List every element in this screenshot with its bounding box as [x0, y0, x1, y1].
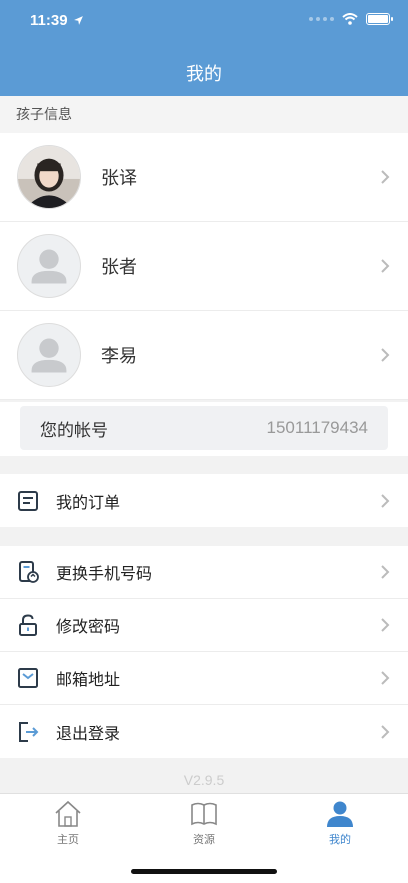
location-arrow-icon	[73, 16, 83, 25]
child-row-3[interactable]: 李易	[0, 311, 408, 400]
child-name: 张译	[101, 168, 137, 188]
chevron-right-icon	[381, 348, 390, 362]
battery-icon	[366, 13, 393, 25]
menu-label: 我的订单	[56, 494, 121, 512]
signal-icon	[309, 17, 334, 21]
status-indicators	[309, 13, 393, 25]
status-time: 11:39	[30, 12, 84, 29]
children-section-label: 孩子信息	[0, 96, 408, 133]
book-icon	[191, 802, 217, 826]
header-bar: 11:39 我的	[0, 0, 408, 96]
home-indicator	[131, 869, 277, 874]
menu-item-orders[interactable]: 我的订单	[0, 474, 408, 527]
app-version: V2.9.5	[183, 772, 225, 788]
orders-group: 我的订单	[0, 474, 408, 527]
logout-icon	[19, 721, 39, 742]
child-row-1[interactable]: 张译	[0, 133, 408, 222]
lock-icon	[19, 614, 37, 636]
person-icon	[327, 801, 353, 827]
chevron-right-icon	[381, 565, 390, 579]
tab-home[interactable]: 主页	[0, 794, 136, 883]
menu-item-change-phone[interactable]: 更换手机号码	[0, 546, 408, 599]
wifi-icon	[342, 13, 358, 25]
order-list-icon	[18, 490, 38, 511]
child-row-2[interactable]: 张者	[0, 222, 408, 311]
tab-label: 主页	[57, 834, 79, 846]
menu-item-logout[interactable]: 退出登录	[0, 705, 408, 758]
page-title: 我的	[186, 64, 222, 84]
chevron-right-icon	[381, 259, 390, 273]
child-name: 李易	[101, 346, 137, 366]
chevron-right-icon	[381, 618, 390, 632]
account-number: 15011179434	[266, 418, 368, 437]
menu-label: 更换手机号码	[56, 566, 153, 583]
menu-label: 退出登录	[56, 725, 121, 743]
time-text: 11:39	[30, 12, 68, 29]
account-label: 您的帐号	[40, 420, 108, 440]
menu-label: 邮箱地址	[56, 672, 121, 689]
chevron-right-icon	[381, 170, 390, 184]
default-person-icon	[17, 234, 81, 298]
phone-swap-icon	[19, 561, 39, 583]
settings-group: 更换手机号码 修改密码 邮箱地址 退出登录	[0, 546, 408, 758]
default-person-icon	[17, 323, 81, 387]
tab-label: 资源	[193, 834, 215, 846]
tab-label: 我的	[329, 834, 351, 846]
child-photo-avatar	[17, 145, 81, 209]
chevron-right-icon	[381, 671, 390, 685]
children-list: 张译 张者 李易	[0, 133, 408, 400]
chevron-right-icon	[381, 493, 390, 508]
menu-item-change-password[interactable]: 修改密码	[0, 599, 408, 652]
home-icon	[55, 800, 81, 827]
tab-mine[interactable]: 我的	[272, 794, 408, 883]
account-box: 您的帐号 15011179434	[20, 406, 388, 450]
account-section: 您的帐号 15011179434	[0, 402, 408, 456]
child-name: 张者	[101, 257, 137, 277]
menu-label: 修改密码	[56, 619, 121, 636]
chevron-right-icon	[381, 724, 390, 739]
mail-icon	[18, 668, 38, 688]
menu-item-email[interactable]: 邮箱地址	[0, 652, 408, 705]
